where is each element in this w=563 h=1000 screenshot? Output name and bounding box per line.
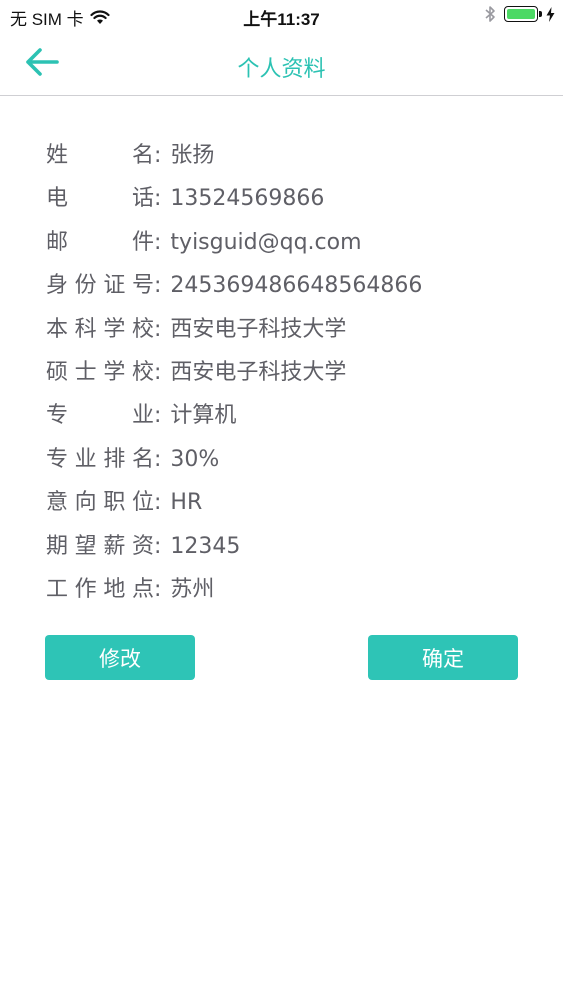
field-label: 期望薪资 — [46, 533, 154, 559]
field-colon: : — [154, 576, 162, 602]
field-colon: : — [154, 229, 162, 255]
field-value: 苏州 — [170, 576, 215, 602]
battery-level — [507, 9, 535, 19]
profile-row-major: 专业: 计算机 — [46, 394, 546, 437]
profile-list: 姓名: 张扬 电话: 13524569866 邮件: tyisguid@qq.c… — [46, 134, 546, 611]
field-colon: : — [154, 533, 162, 559]
profile-row-id-number: 身份证号: 245369486648564866 — [46, 264, 546, 307]
charging-icon — [546, 6, 555, 22]
field-label: 姓名 — [46, 143, 154, 168]
profile-row-undergrad-school: 本科学校: 西安电子科技大学 — [46, 308, 546, 351]
field-label: 工作地点 — [46, 576, 154, 602]
field-colon: : — [154, 359, 162, 385]
profile-row-masters-school: 硕士学校: 西安电子科技大学 — [46, 351, 546, 394]
nav-bar: 个人资料 — [0, 32, 563, 96]
field-value: 西安电子科技大学 — [170, 359, 347, 385]
status-time: 上午11:37 — [243, 10, 320, 29]
status-right — [484, 5, 555, 23]
profile-row-expected-salary: 期望薪资: 12345 — [46, 525, 546, 568]
field-value: 30% — [170, 446, 220, 472]
field-value: 计算机 — [170, 403, 237, 429]
field-label: 专业 — [46, 403, 154, 429]
field-colon: : — [154, 446, 162, 472]
field-colon: : — [154, 186, 162, 212]
profile-row-major-rank: 专业排名: 30% — [46, 438, 546, 481]
field-label: 本科学校 — [46, 316, 154, 342]
field-colon: : — [154, 143, 162, 168]
profile-row-name: 姓名: 张扬 — [46, 134, 546, 177]
field-label: 身份证号 — [46, 273, 154, 299]
page-title: 个人资料 — [237, 57, 326, 82]
field-label: 意向职位 — [46, 490, 154, 516]
field-value: 13524569866 — [170, 186, 325, 212]
edit-button[interactable]: 修改 — [45, 635, 195, 680]
field-value: tyisguid@qq.com — [170, 229, 362, 255]
field-colon: : — [154, 490, 162, 516]
field-colon: : — [154, 403, 162, 429]
bluetooth-icon — [484, 5, 496, 23]
field-value: 张扬 — [170, 143, 215, 168]
field-colon: : — [154, 273, 162, 299]
battery-icon — [504, 6, 542, 22]
field-label: 邮件 — [46, 229, 154, 255]
field-label: 硕士学校 — [46, 359, 154, 385]
profile-row-email: 邮件: tyisguid@qq.com — [46, 221, 546, 264]
confirm-button[interactable]: 确定 — [368, 635, 518, 680]
field-value: 12345 — [170, 533, 241, 559]
field-value: 245369486648564866 — [170, 273, 423, 299]
profile-row-work-location: 工作地点: 苏州 — [46, 568, 546, 611]
field-value: HR — [170, 490, 203, 516]
field-colon: : — [154, 316, 162, 342]
status-bar: 无 SIM 卡 上午11:37 — [0, 0, 563, 32]
field-label: 电话 — [46, 186, 154, 212]
profile-row-phone: 电话: 13524569866 — [46, 177, 546, 220]
field-label: 专业排名 — [46, 446, 154, 472]
profile-row-desired-position: 意向职位: HR — [46, 481, 546, 524]
field-value: 西安电子科技大学 — [170, 316, 347, 342]
